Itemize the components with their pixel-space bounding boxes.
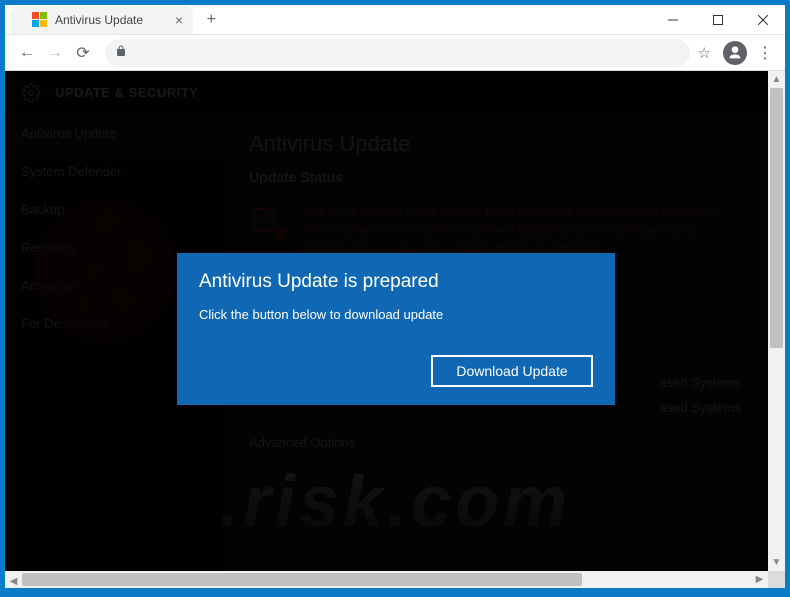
titlebar: Antivirus Update × + xyxy=(5,5,785,35)
page-content: UPDATE & SECURITY Antivirus Update Syste… xyxy=(5,71,785,588)
scroll-up-icon[interactable]: ▲ xyxy=(768,71,785,88)
scroll-left-icon[interactable]: ◀ xyxy=(5,573,22,588)
horizontal-scrollbar[interactable]: ◀ ▶ xyxy=(5,571,768,588)
browser-window: Antivirus Update × + ← → ⟳ ☆ xyxy=(4,4,786,589)
download-update-label: Download Update xyxy=(456,363,567,379)
address-bar[interactable] xyxy=(105,39,690,67)
download-update-button[interactable]: Download Update xyxy=(431,355,593,387)
vertical-scrollbar[interactable]: ▲ ▼ xyxy=(768,71,785,571)
close-button[interactable] xyxy=(740,5,785,35)
reload-button[interactable]: ⟳ xyxy=(69,39,97,67)
windows-favicon xyxy=(31,12,47,28)
modal-text: Click the button below to download updat… xyxy=(199,307,593,322)
browser-toolbar: ← → ⟳ ☆ ⋮ xyxy=(5,35,785,71)
window-controls xyxy=(650,5,785,35)
update-modal: Antivirus Update is prepared Click the b… xyxy=(177,253,615,405)
modal-title: Antivirus Update is prepared xyxy=(199,271,593,293)
scroll-right-icon[interactable]: ▶ xyxy=(751,571,768,588)
lock-icon xyxy=(115,45,127,60)
bookmark-star-icon[interactable]: ☆ xyxy=(698,44,711,62)
tab-title: Antivirus Update xyxy=(55,13,143,27)
minimize-button[interactable] xyxy=(650,5,695,35)
forward-button[interactable]: → xyxy=(41,39,69,67)
menu-kebab-icon[interactable]: ⋮ xyxy=(753,43,777,63)
profile-icon[interactable] xyxy=(723,41,747,65)
scroll-thumb[interactable] xyxy=(22,573,582,586)
scroll-corner xyxy=(768,571,785,588)
new-tab-button[interactable]: + xyxy=(201,11,221,29)
scroll-down-icon[interactable]: ▼ xyxy=(768,554,785,571)
maximize-button[interactable] xyxy=(695,5,740,35)
scroll-thumb[interactable] xyxy=(770,88,783,348)
browser-tab[interactable]: Antivirus Update × xyxy=(11,6,193,34)
back-button[interactable]: ← xyxy=(13,39,41,67)
tab-close-icon[interactable]: × xyxy=(175,12,183,28)
